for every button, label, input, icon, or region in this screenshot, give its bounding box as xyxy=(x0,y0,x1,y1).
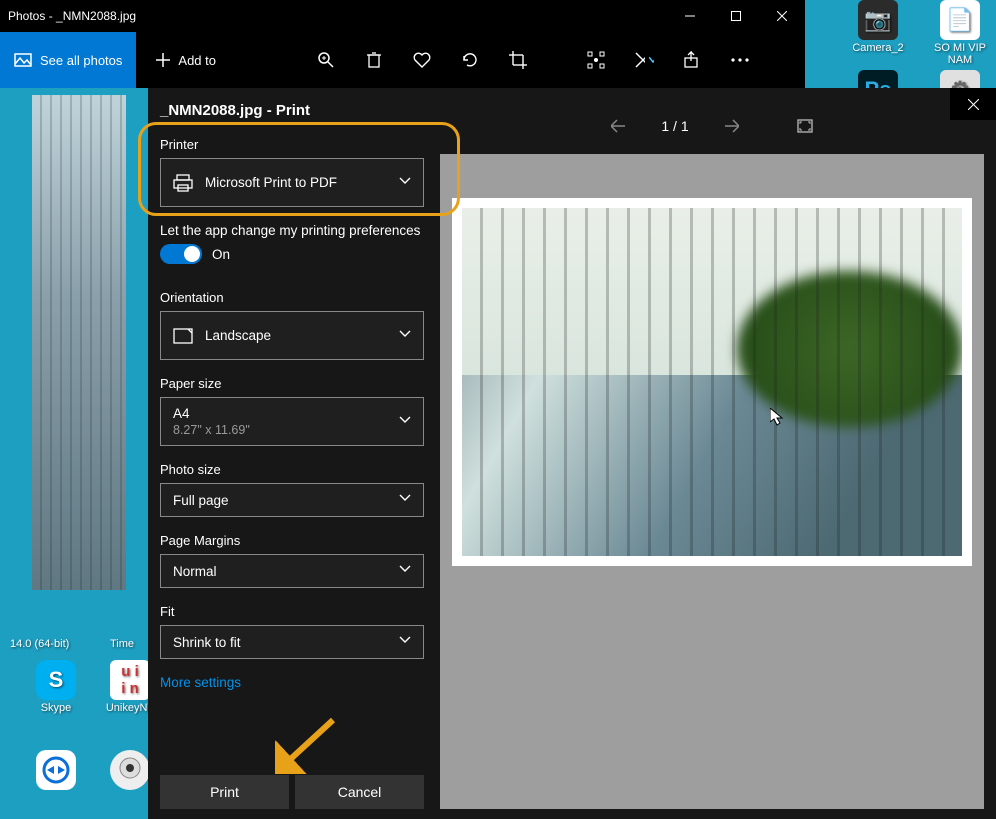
chevron-down-icon xyxy=(399,177,411,189)
chevron-down-icon xyxy=(399,416,411,428)
toggle-state-label: On xyxy=(212,247,230,262)
see-all-label: See all photos xyxy=(40,53,122,68)
paper-sub: 8.27" x 11.69" xyxy=(173,423,250,437)
desktop-icon-somi[interactable]: 📄 SO MI VIP NAM xyxy=(924,0,996,66)
desktop-icon-camera[interactable]: 📷 Camera_2 xyxy=(842,0,914,54)
more-settings-link[interactable]: More settings xyxy=(160,675,424,690)
prefs-toggle[interactable] xyxy=(160,244,202,264)
paper-size-dropdown[interactable]: A4 8.27" x 11.69" xyxy=(160,397,424,446)
add-to-label: Add to xyxy=(178,53,216,68)
desktop-icon-label: SO MI VIP NAM xyxy=(924,42,996,66)
print-dialog: _NMN2088.jpg - Print Printer Microsoft P… xyxy=(148,88,996,819)
crop-icon[interactable] xyxy=(508,50,528,70)
see-all-photos-button[interactable]: See all photos xyxy=(0,32,136,88)
fit-value: Shrink to fit xyxy=(173,635,241,650)
more-icon[interactable] xyxy=(730,50,750,70)
rotate-icon[interactable] xyxy=(460,50,480,70)
margins-value: Normal xyxy=(173,564,217,579)
zoom-icon[interactable] xyxy=(316,50,336,70)
printer-icon xyxy=(173,173,193,193)
desktop-icon-label: Camera_2 xyxy=(852,42,903,54)
photo-size-value: Full page xyxy=(173,493,229,508)
print-preview-panel: 1 / 1 xyxy=(440,88,996,819)
share-icon[interactable] xyxy=(682,50,702,70)
desktop-icon-skype[interactable]: S Skype xyxy=(20,660,92,714)
plus-icon xyxy=(156,53,170,67)
fit-label: Fit xyxy=(160,604,424,619)
margins-label: Page Margins xyxy=(160,533,424,548)
orientation-dropdown[interactable]: Landscape xyxy=(160,311,424,360)
photo-thumbnail-strip xyxy=(32,95,126,590)
close-button[interactable] xyxy=(759,0,805,32)
paper-value: A4 xyxy=(173,406,190,421)
bg-label-time: Time xyxy=(110,638,134,650)
command-bar: See all photos Add to xyxy=(0,32,805,88)
photos-window: Photos - _NMN2088.jpg See all photos Add… xyxy=(0,0,805,88)
orientation-value: Landscape xyxy=(205,328,271,343)
desktop-icon-teamviewer[interactable] xyxy=(20,750,92,790)
minimize-button[interactable] xyxy=(667,0,713,32)
next-page-button[interactable] xyxy=(719,114,743,138)
preview-page xyxy=(452,198,972,566)
chevron-down-icon xyxy=(649,57,654,63)
desktop-icon-label: Skype xyxy=(41,702,72,714)
page-icon xyxy=(173,328,193,344)
dialog-title: _NMN2088.jpg - Print xyxy=(160,102,424,119)
photo-size-dropdown[interactable]: Full page xyxy=(160,483,424,517)
fit-dropdown[interactable]: Shrink to fit xyxy=(160,625,424,659)
delete-icon[interactable] xyxy=(364,50,384,70)
preview-image xyxy=(462,208,962,556)
edit-icon[interactable] xyxy=(634,50,654,70)
preview-area xyxy=(440,154,984,809)
close-dialog-button[interactable] xyxy=(950,88,996,120)
margins-dropdown[interactable]: Normal xyxy=(160,554,424,588)
prev-page-button[interactable] xyxy=(607,114,631,138)
page-counter: 1 / 1 xyxy=(661,118,688,134)
chevron-down-icon xyxy=(399,636,411,648)
print-settings-panel: _NMN2088.jpg - Print Printer Microsoft P… xyxy=(148,88,440,819)
printer-dropdown[interactable]: Microsoft Print to PDF xyxy=(160,158,424,207)
photo-icon xyxy=(14,51,32,69)
orientation-label: Orientation xyxy=(160,290,424,305)
chevron-down-icon xyxy=(399,494,411,506)
print-button[interactable]: Print xyxy=(160,775,289,809)
search-visual-icon[interactable] xyxy=(586,50,606,70)
paper-size-label: Paper size xyxy=(160,376,424,391)
chevron-down-icon xyxy=(399,565,411,577)
photo-size-label: Photo size xyxy=(160,462,424,477)
page-navigation: 1 / 1 xyxy=(440,98,984,154)
favorite-icon[interactable] xyxy=(412,50,432,70)
desktop-icon-label: UnikeyNT xyxy=(106,702,154,714)
add-to-button[interactable]: Add to xyxy=(146,53,226,68)
printer-value: Microsoft Print to PDF xyxy=(205,175,337,190)
pref-text: Let the app change my printing preferenc… xyxy=(160,223,424,238)
printer-label: Printer xyxy=(160,137,424,152)
chevron-down-icon xyxy=(399,330,411,342)
window-title: Photos - _NMN2088.jpg xyxy=(8,9,136,23)
bg-label-bits: 14.0 (64-bit) xyxy=(10,638,69,650)
maximize-button[interactable] xyxy=(713,0,759,32)
cancel-button[interactable]: Cancel xyxy=(295,775,424,809)
fullscreen-preview-button[interactable] xyxy=(793,114,817,138)
title-bar: Photos - _NMN2088.jpg xyxy=(0,0,805,32)
